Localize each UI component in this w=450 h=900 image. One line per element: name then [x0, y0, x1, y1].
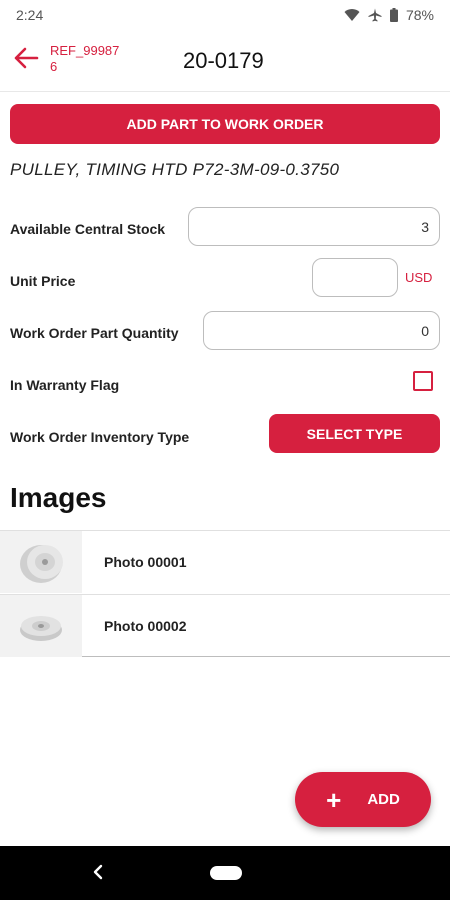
- unit-price-label: Unit Price: [10, 273, 76, 289]
- wifi-icon: [344, 8, 360, 22]
- available-stock-label: Available Central Stock: [10, 221, 166, 237]
- system-nav-bar: [0, 846, 450, 900]
- quantity-input[interactable]: 0: [203, 311, 440, 350]
- part-description: PULLEY, TIMING HTD P72-3M-09-0.3750: [10, 160, 340, 179]
- plus-icon: +: [326, 784, 342, 815]
- photo-label: Photo 00001: [104, 554, 187, 570]
- status-icons: 78%: [344, 7, 434, 23]
- quantity-value: 0: [421, 322, 429, 339]
- images-heading: Images: [10, 482, 107, 513]
- inventory-type-label: Work Order Inventory Type: [10, 429, 190, 445]
- battery-icon: [389, 8, 398, 22]
- status-bar: 2:24 78%: [0, 0, 450, 30]
- reference-label: REF_999876: [50, 43, 120, 74]
- available-stock-value: 3: [421, 218, 429, 235]
- currency-label: USD: [405, 270, 433, 285]
- status-time: 2:24: [16, 7, 44, 23]
- photo-label: Photo 00002: [104, 617, 187, 634]
- arrow-left-icon: [13, 47, 39, 74]
- battery-percent: 78%: [405, 7, 434, 23]
- warranty-checkbox[interactable]: [413, 371, 433, 391]
- back-button[interactable]: [10, 44, 42, 76]
- photo-thumbnail: [0, 531, 82, 593]
- page-title: 20-0179: [183, 48, 264, 73]
- available-stock-field[interactable]: 3: [188, 207, 440, 246]
- select-type-button[interactable]: SELECT TYPE: [269, 414, 440, 453]
- app-bar: REF_999876 20-0179: [0, 30, 450, 92]
- quantity-label: Work Order Part Quantity: [10, 325, 179, 341]
- image-list-item[interactable]: Photo 00002: [0, 594, 450, 657]
- unit-price-input[interactable]: [312, 258, 398, 297]
- nav-back-icon[interactable]: [90, 863, 106, 886]
- photo-thumbnail: [0, 594, 82, 657]
- image-list-item[interactable]: Photo 00001: [0, 530, 450, 593]
- add-image-button[interactable]: + ADD: [295, 772, 431, 827]
- add-part-to-work-order-button[interactable]: ADD PART TO WORK ORDER: [10, 104, 440, 144]
- warranty-label: In Warranty Flag: [10, 377, 120, 393]
- nav-home-button[interactable]: [210, 866, 242, 880]
- airplane-icon: [368, 8, 382, 22]
- add-label: ADD: [367, 791, 400, 808]
